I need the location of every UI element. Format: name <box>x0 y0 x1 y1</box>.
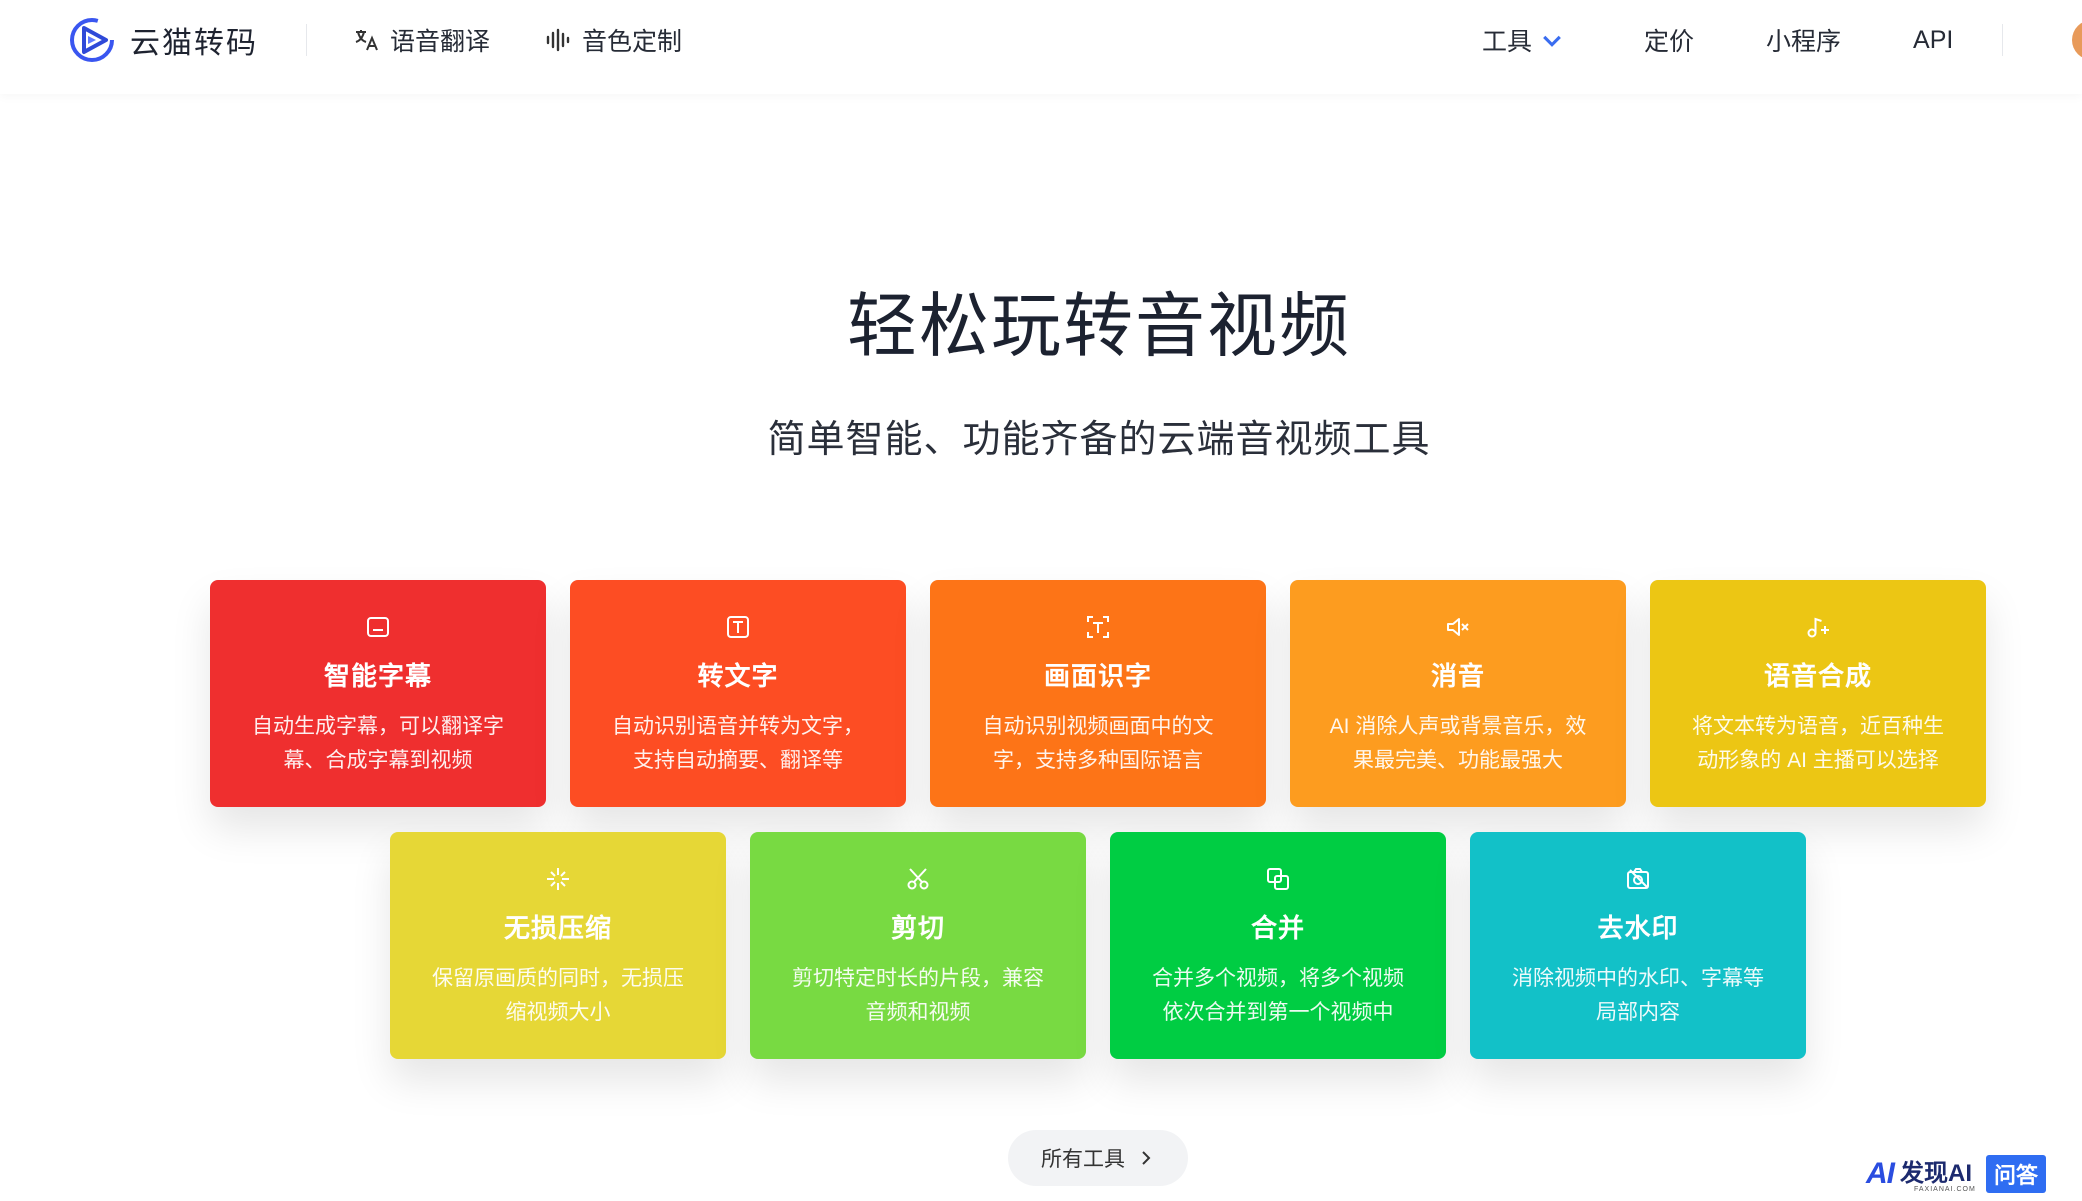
tool-title: 无损压缩 <box>503 913 612 943</box>
tool-card-smart-subtitle[interactable]: 智能字幕 自动生成字幕，可以翻译字幕、合成字幕到视频 <box>210 580 546 807</box>
user-avatar[interactable] <box>2072 20 2082 60</box>
nav-voice-translate[interactable]: 语音翻译 <box>352 22 490 58</box>
tool-title: 消音 <box>1430 661 1485 691</box>
secondary-nav: 工具 定价 小程序 API <box>1482 22 1953 58</box>
nav-pricing-label: 定价 <box>1644 28 1695 56</box>
translate-icon <box>355 30 378 51</box>
tool-card-tts[interactable]: 语音合成 将文本转为语音，近百种生动形象的 AI 主播可以选择 <box>1650 580 1986 807</box>
scan-text-icon <box>1087 616 1109 638</box>
tool-card-watermark-remove[interactable]: 去水印 消除视频中的水印、字幕等局部内容 <box>1470 832 1806 1059</box>
nav-pricing[interactable]: 定价 <box>1644 22 1694 58</box>
top-navbar: 云猫转码 语音翻译 音色定制 工具 定价 小程序 API <box>0 0 2082 94</box>
header-divider <box>2002 24 2003 56</box>
tool-desc: 自动识别视频画面中的文字，支持多种国际语言 <box>982 715 1214 772</box>
header-divider <box>306 24 307 56</box>
tool-desc: 将文本转为语音，近百种生动形象的 AI 主播可以选择 <box>1692 715 1944 772</box>
hero-subtitle: 简单智能、功能齐备的云端音视频工具 <box>767 419 1431 461</box>
tool-desc: 合并多个视频，将多个视频依次合并到第一个视频中 <box>1152 967 1404 1024</box>
tool-desc: 保留原画质的同时，无损压缩视频大小 <box>432 967 684 1024</box>
tool-title: 剪切 <box>890 913 945 943</box>
tool-desc: AI 消除人声或背景音乐，效果最完美、功能最强大 <box>1329 715 1587 772</box>
all-tools-label: 所有工具 <box>1041 1148 1125 1171</box>
scissors-icon <box>907 868 929 890</box>
tool-card-frame-ocr[interactable]: 画面识字 自动识别视频画面中的文字，支持多种国际语言 <box>930 580 1266 807</box>
music-add-icon <box>1807 617 1829 638</box>
tool-card-compress[interactable]: 无损压缩 保留原画质的同时，无损压缩视频大小 <box>390 832 726 1059</box>
watermark-brand: 发现AI <box>1900 1160 1972 1187</box>
nav-voice-custom-label: 音色定制 <box>582 28 683 56</box>
nav-api-label: API <box>1913 25 1954 54</box>
tool-card-vocal-remove[interactable]: 消音 AI 消除人声或背景音乐，效果最完美、功能最强大 <box>1290 580 1626 807</box>
tool-desc: 自动识别语音并转为文字，支持自动摘要、翻译等 <box>612 715 864 772</box>
all-tools-button[interactable]: 所有工具 <box>1008 1130 1188 1186</box>
tool-title: 转文字 <box>697 661 779 691</box>
logo-play-icon <box>70 18 114 62</box>
nav-miniprogram-label: 小程序 <box>1766 28 1842 56</box>
chevron-right-icon <box>1142 1151 1151 1165</box>
nav-tools-dropdown[interactable]: 工具 <box>1482 22 1576 58</box>
nav-api[interactable]: API <box>1913 22 1953 58</box>
merge-icon <box>1267 868 1289 890</box>
waveform-icon <box>546 28 570 52</box>
tool-card-cut[interactable]: 剪切 剪切特定时长的片段，兼容音频和视频 <box>750 832 1086 1059</box>
nav-miniprogram[interactable]: 小程序 <box>1766 22 1841 58</box>
watermark-sub: FAXIANAI.COM <box>1914 1186 1976 1193</box>
tool-desc: 剪切特定时长的片段，兼容音频和视频 <box>792 967 1044 1024</box>
brand-logo[interactable]: 云猫转码 <box>66 14 258 66</box>
watermark-remove-icon <box>1627 868 1649 889</box>
text-icon <box>727 616 749 638</box>
watermark-logo-icon: AI <box>1866 1157 1895 1190</box>
tool-card-merge[interactable]: 合并 合并多个视频，将多个视频依次合并到第一个视频中 <box>1110 832 1446 1059</box>
nav-voice-custom[interactable]: 音色定制 <box>544 22 682 58</box>
tool-title: 语音合成 <box>1763 661 1872 691</box>
nav-voice-translate-label: 语音翻译 <box>390 28 491 56</box>
tool-title: 智能字幕 <box>323 661 432 691</box>
nav-tools-label: 工具 <box>1482 28 1533 56</box>
subtitle-icon <box>367 617 389 637</box>
compress-icon <box>547 868 569 890</box>
mute-icon <box>1447 618 1469 636</box>
tool-card-speech-to-text[interactable]: 转文字 自动识别语音并转为文字，支持自动摘要、翻译等 <box>570 580 906 807</box>
tool-desc: 自动生成字幕，可以翻译字幕、合成字幕到视频 <box>252 715 504 772</box>
watermark-badge: 问答 <box>1986 1155 2047 1193</box>
tool-desc: 消除视频中的水印、字幕等局部内容 <box>1512 967 1764 1024</box>
chevron-down-icon <box>1543 35 1561 47</box>
faxian-ai-watermark: AI 发现AI FAXIANAI.COM 问答 <box>1866 1155 2047 1193</box>
primary-nav: 语音翻译 音色定制 <box>352 22 682 58</box>
tool-title: 合并 <box>1250 913 1305 943</box>
tool-title: 去水印 <box>1597 913 1679 943</box>
brand-name: 云猫转码 <box>130 27 258 60</box>
tool-title: 画面识字 <box>1043 661 1152 691</box>
hero-title: 轻松玩转音视频 <box>847 287 1351 365</box>
